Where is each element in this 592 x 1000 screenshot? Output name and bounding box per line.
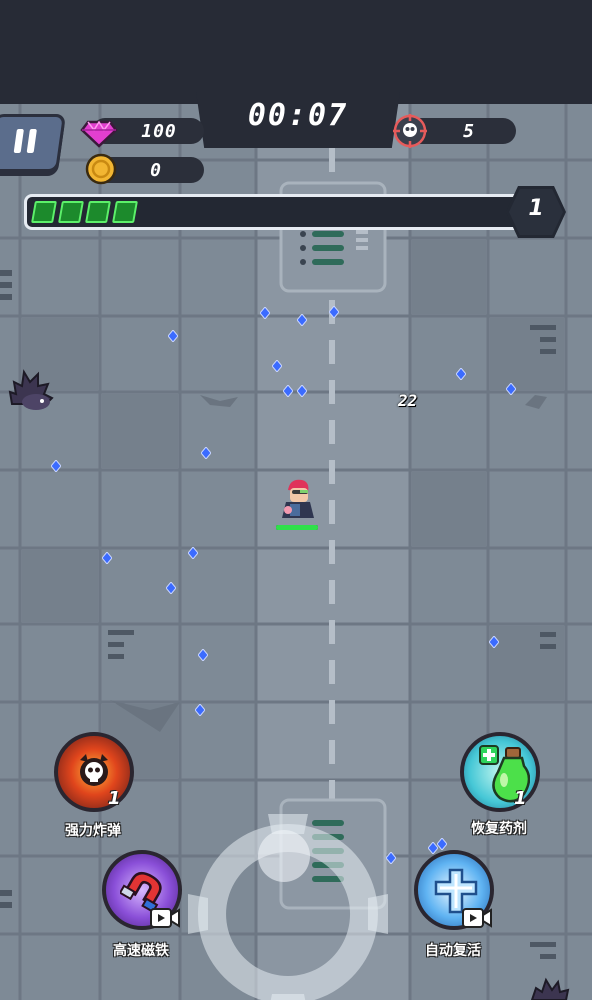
crystal-icon bbox=[51, 460, 61, 472]
crystal-icon bbox=[297, 385, 307, 397]
virtual-joystick[interactable] bbox=[188, 814, 388, 1000]
game-stage[interactable]: 22 00:07 100 0 5 1 1 强力炸弹 1 恢复药剂 高速磁铁 自动… bbox=[0, 0, 592, 1000]
magnet-skill-label: 高速磁铁 bbox=[113, 943, 169, 959]
coin-icon bbox=[85, 153, 117, 185]
revive-skill-label: 自动复活 bbox=[425, 943, 481, 959]
hedgehog-enemy bbox=[530, 977, 570, 1000]
potion-count: 1 bbox=[514, 788, 527, 809]
top-bar bbox=[0, 0, 592, 104]
crystal-icon bbox=[195, 704, 205, 716]
kill-count: 5 bbox=[463, 120, 475, 142]
crystal-icon bbox=[166, 582, 176, 594]
bomb-count: 1 bbox=[108, 788, 121, 809]
experience-bar bbox=[24, 194, 544, 230]
experience-segment bbox=[58, 201, 84, 223]
damage-number: 22 bbox=[398, 391, 418, 410]
crystal-icon bbox=[102, 552, 112, 564]
crystal-icon bbox=[260, 307, 270, 319]
player-character bbox=[282, 479, 314, 518]
potion-skill-label: 恢复药剂 bbox=[471, 821, 527, 837]
pause-button[interactable] bbox=[0, 114, 67, 172]
joystick-thumb[interactable] bbox=[258, 830, 310, 882]
crystal-icon bbox=[201, 447, 211, 459]
experience-segment bbox=[112, 201, 138, 223]
pause-icon bbox=[26, 129, 37, 153]
crystal-icon bbox=[198, 649, 208, 661]
experience-fill bbox=[31, 201, 501, 223]
bomb-skill-button[interactable] bbox=[54, 732, 134, 812]
potion-skill-button[interactable] bbox=[460, 732, 540, 812]
crystal-icon bbox=[297, 314, 307, 326]
skull-bomb-icon bbox=[80, 754, 108, 786]
crystal-icon bbox=[188, 547, 198, 559]
skull-target-icon bbox=[393, 114, 427, 148]
hedgehog-enemy bbox=[8, 369, 54, 410]
crystal-icon bbox=[437, 838, 447, 850]
pause-icon bbox=[13, 129, 24, 153]
bomb-skill-label: 强力炸弹 bbox=[65, 823, 121, 839]
crystal-icon bbox=[283, 385, 293, 397]
crystal-icon bbox=[329, 306, 339, 318]
crystal-icon bbox=[272, 360, 282, 372]
crystal-icon bbox=[506, 383, 516, 395]
game-timer: 00:07 bbox=[247, 98, 349, 133]
revive-skill-button[interactable] bbox=[414, 850, 494, 930]
experience-segment bbox=[31, 201, 57, 223]
gem-count: 100 bbox=[141, 120, 177, 142]
coin-count: 0 bbox=[150, 159, 162, 181]
gem-icon bbox=[80, 120, 118, 148]
player-health-fill bbox=[276, 525, 318, 530]
video-ad-icon bbox=[462, 908, 492, 928]
crystal-icon bbox=[456, 368, 466, 380]
crystal-icon bbox=[168, 330, 178, 342]
magnet-skill-button[interactable] bbox=[102, 850, 182, 930]
video-ad-icon bbox=[150, 908, 180, 928]
crystal-icon bbox=[489, 636, 499, 648]
player-health-bar bbox=[276, 525, 318, 530]
experience-segment bbox=[85, 201, 111, 223]
level-number: 1 bbox=[528, 196, 544, 221]
